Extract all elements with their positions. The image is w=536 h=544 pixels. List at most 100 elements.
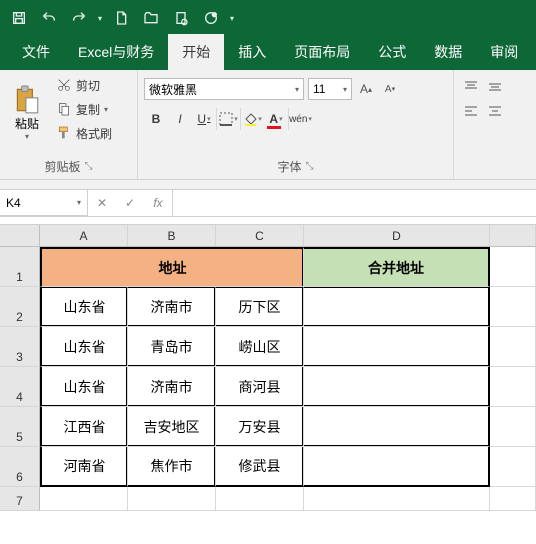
tab-review[interactable]: 审阅: [476, 34, 532, 70]
cell[interactable]: [304, 327, 490, 367]
copy-button[interactable]: 复制▾: [52, 98, 116, 120]
cell[interactable]: [490, 447, 536, 487]
cell[interactable]: 万安县: [216, 407, 304, 447]
col-header[interactable]: D: [304, 225, 490, 247]
cell[interactable]: 吉安地区: [128, 407, 216, 447]
border-icon: [219, 112, 233, 126]
confirm-formula-button[interactable]: ✓: [116, 190, 144, 216]
align-top-button[interactable]: [460, 78, 482, 96]
cell[interactable]: [490, 287, 536, 327]
cell[interactable]: 山东省: [40, 367, 128, 407]
undo-icon[interactable]: [38, 7, 60, 29]
cell[interactable]: 济南市: [128, 367, 216, 407]
qat-customize-icon[interactable]: ▾: [230, 14, 234, 23]
scissors-icon: [56, 77, 72, 93]
open-folder-icon[interactable]: [140, 7, 162, 29]
row-header[interactable]: 3: [0, 327, 40, 367]
name-box[interactable]: K4▾: [0, 190, 88, 216]
cell[interactable]: 修武县: [216, 447, 304, 487]
cell-header-d[interactable]: 合并地址: [304, 247, 490, 287]
font-group-label: 字体: [277, 158, 301, 175]
cell[interactable]: 山东省: [40, 327, 128, 367]
cell[interactable]: [304, 407, 490, 447]
font-color-button[interactable]: A▾: [264, 108, 288, 130]
increase-font-button[interactable]: A▴: [356, 78, 376, 100]
cell[interactable]: [40, 487, 128, 511]
cell[interactable]: [304, 487, 490, 511]
align-left-icon: [463, 104, 479, 118]
underline-button[interactable]: U▾: [192, 108, 216, 130]
tab-data[interactable]: 数据: [420, 34, 476, 70]
col-header[interactable]: B: [128, 225, 216, 247]
col-header[interactable]: A: [40, 225, 128, 247]
tab-excel-finance[interactable]: Excel与财务: [64, 34, 168, 70]
row-header[interactable]: 7: [0, 487, 40, 511]
cell[interactable]: 江西省: [40, 407, 128, 447]
cell[interactable]: [304, 367, 490, 407]
format-painter-button[interactable]: 格式刷: [52, 122, 116, 144]
cell[interactable]: [128, 487, 216, 511]
italic-button[interactable]: I: [168, 108, 192, 130]
qat-dropdown-icon[interactable]: ▾: [98, 14, 102, 23]
row-header[interactable]: 6: [0, 447, 40, 487]
font-name-combo[interactable]: 微软雅黑▾: [144, 78, 304, 100]
font-size-combo[interactable]: 11▾: [308, 78, 352, 100]
col-header[interactable]: [490, 225, 536, 247]
cell[interactable]: 历下区: [216, 287, 304, 327]
select-all-corner[interactable]: [0, 225, 40, 247]
cell[interactable]: 商河县: [216, 367, 304, 407]
col-header[interactable]: C: [216, 225, 304, 247]
cell[interactable]: 焦作市: [128, 447, 216, 487]
tab-home[interactable]: 开始: [168, 34, 224, 70]
cell[interactable]: [304, 287, 490, 327]
cell[interactable]: [216, 487, 304, 511]
cell[interactable]: 崂山区: [216, 327, 304, 367]
align-middle-button[interactable]: [484, 78, 506, 96]
format-painter-label: 格式刷: [76, 125, 112, 142]
borders-button[interactable]: ▾: [216, 108, 240, 130]
row-header[interactable]: 2: [0, 287, 40, 327]
cell[interactable]: 河南省: [40, 447, 128, 487]
cut-button[interactable]: 剪切: [52, 74, 116, 96]
print-preview-icon[interactable]: [170, 7, 192, 29]
spreadsheet-grid[interactable]: 1 2 3 4 5 6 7 A B C D 地址 合并地址 山东省 济南市 历下: [0, 225, 536, 511]
tab-file[interactable]: 文件: [8, 34, 64, 70]
quick-access-toolbar: ▾ ▾: [0, 0, 536, 36]
cell[interactable]: [490, 367, 536, 407]
cell[interactable]: 济南市: [128, 287, 216, 327]
tab-insert[interactable]: 插入: [224, 34, 280, 70]
tab-formulas[interactable]: 公式: [364, 34, 420, 70]
cell[interactable]: [490, 487, 536, 511]
font-dialog-icon[interactable]: ⤡: [306, 161, 314, 172]
addin-icon[interactable]: [200, 7, 222, 29]
insert-function-button[interactable]: fx: [144, 190, 172, 216]
redo-icon[interactable]: [68, 7, 90, 29]
cell[interactable]: [490, 247, 536, 287]
phonetic-button[interactable]: wén▾: [288, 108, 312, 130]
cell[interactable]: [490, 327, 536, 367]
decrease-font-button[interactable]: A▾: [380, 78, 400, 100]
align-center-button[interactable]: [484, 102, 506, 120]
row-header[interactable]: 1: [0, 247, 40, 287]
paste-dropdown-icon[interactable]: ▾: [25, 132, 29, 141]
cell[interactable]: 青岛市: [128, 327, 216, 367]
paste-button[interactable]: 粘贴 ▾: [6, 74, 48, 152]
font-size-value: 11: [313, 82, 325, 96]
tab-page-layout[interactable]: 页面布局: [280, 34, 364, 70]
cancel-formula-button[interactable]: ✕: [88, 190, 116, 216]
cell[interactable]: [490, 407, 536, 447]
row-header[interactable]: 5: [0, 407, 40, 447]
cell[interactable]: [304, 447, 490, 487]
new-file-icon[interactable]: [110, 7, 132, 29]
fill-color-button[interactable]: ▾: [240, 108, 264, 130]
clipboard-dialog-icon[interactable]: ⤡: [85, 161, 93, 172]
row-header[interactable]: 4: [0, 367, 40, 407]
save-icon[interactable]: [8, 7, 30, 29]
cell-merged-header-abc[interactable]: 地址: [40, 247, 304, 287]
paintbrush-icon: [56, 125, 72, 141]
cell[interactable]: 山东省: [40, 287, 128, 327]
formula-input[interactable]: [173, 190, 536, 216]
bold-button[interactable]: B: [144, 108, 168, 130]
copy-icon: [56, 101, 72, 117]
align-left-button[interactable]: [460, 102, 482, 120]
